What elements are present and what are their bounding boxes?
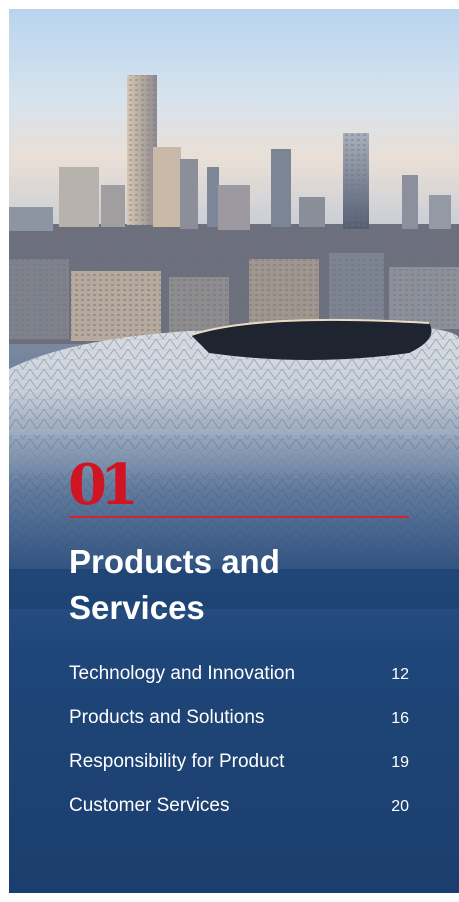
chapter-number: 01	[68, 452, 139, 518]
toc-item-page: 19	[391, 754, 409, 771]
toc-item-page: 12	[391, 666, 409, 683]
chapter-cover: 01 Products and Services Technology and …	[9, 9, 459, 893]
toc-item[interactable]: Responsibility for Product 19	[69, 751, 409, 795]
toc-item-label: Technology and Innovation	[69, 663, 296, 684]
toc-item-label: Customer Services	[69, 795, 230, 816]
red-divider	[69, 516, 409, 518]
toc-item-page: 20	[391, 798, 409, 815]
toc-item[interactable]: Customer Services 20	[69, 795, 409, 839]
toc-item[interactable]: Products and Solutions 16	[69, 707, 409, 751]
toc-item[interactable]: Technology and Innovation 12	[69, 663, 409, 707]
toc-item-label: Responsibility for Product	[69, 751, 285, 772]
chapter-title: Products and Services	[69, 543, 280, 626]
contents-list: Technology and Innovation 12 Products an…	[69, 663, 409, 839]
toc-item-page: 16	[391, 710, 409, 727]
toc-item-label: Products and Solutions	[69, 707, 265, 728]
